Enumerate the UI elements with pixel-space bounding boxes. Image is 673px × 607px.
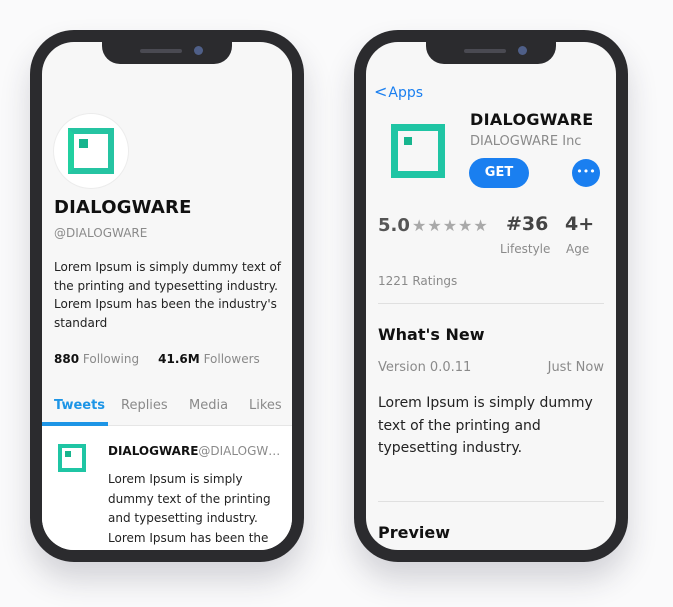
profile-stats: 880 Following 41.6M Followers [54, 352, 260, 366]
phone-notch [426, 42, 556, 64]
chart-category[interactable]: Lifestyle [500, 242, 550, 256]
back-button[interactable]: <Apps [374, 82, 423, 101]
app-icon [391, 124, 445, 178]
following-link[interactable]: 880 Following [54, 352, 139, 366]
app-name: DIALOGWARE [470, 110, 594, 129]
following-label: Following [82, 352, 140, 366]
left-phone: DIALOGWARE @DIALOGWARE Lorem Ipsum is si… [30, 30, 304, 562]
tab-tweets[interactable]: Tweets [54, 398, 105, 413]
followers-link[interactable]: 41.6M Followers [158, 352, 260, 366]
tweet-author: DIALOGWARE [108, 444, 199, 458]
followers-label: Followers [203, 352, 260, 366]
tweet-item[interactable]: DIALOGWARE@DIALOGW… Lorem Ipsum is simpl… [42, 426, 292, 550]
profile-name: DIALOGWARE [54, 197, 192, 218]
followers-count: 41.6M [158, 352, 200, 366]
whats-new-title: What's New [378, 325, 485, 344]
divider [378, 303, 604, 304]
chevron-left-icon: < [374, 82, 388, 101]
ratings-count: 1221 Ratings [378, 274, 458, 288]
tweet-text: Lorem Ipsum is simply dummy text of the … [108, 472, 271, 545]
speaker-grille [140, 49, 182, 53]
profile-handle: @DIALOGWARE [54, 226, 148, 240]
star-rating-icon: ★★★★★ [412, 216, 489, 235]
camera-icon [518, 46, 527, 55]
tweet-handle: @DIALOGW… [198, 444, 281, 458]
divider [378, 501, 604, 502]
dialogware-logo-icon [68, 128, 114, 174]
get-button[interactable]: GET [469, 158, 529, 188]
tab-likes[interactable]: Likes [249, 398, 282, 413]
whats-new-description: Lorem Ipsum is simply dummy text of the … [378, 395, 593, 456]
app-store-screen: <Apps DIALOGWARE DIALOGWARE Inc GET ••• … [366, 42, 616, 550]
tweet-avatar-icon[interactable] [58, 444, 86, 472]
back-label: Apps [388, 85, 424, 101]
tab-replies[interactable]: Replies [121, 398, 168, 413]
camera-icon [194, 46, 203, 55]
tweet-header: DIALOGWARE@DIALOGW… [108, 444, 284, 458]
profile-bio: Lorem Ipsum is simply dummy text of the … [54, 260, 282, 330]
avatar[interactable] [54, 114, 128, 188]
right-phone: <Apps DIALOGWARE DIALOGWARE Inc GET ••• … [354, 30, 628, 562]
rating-value: 5.0 [378, 215, 410, 236]
more-icon: ••• [576, 165, 596, 178]
chart-rank: #36 [506, 213, 549, 235]
tab-media[interactable]: Media [189, 398, 228, 413]
version-label: Version 0.0.11 [378, 360, 472, 375]
profile-tabs: Tweets Replies Media Likes [42, 390, 292, 426]
phone-notch [102, 42, 232, 64]
app-developer[interactable]: DIALOGWARE Inc [470, 134, 581, 149]
profile-screen: DIALOGWARE @DIALOGWARE Lorem Ipsum is si… [42, 42, 292, 550]
release-time: Just Now [547, 360, 604, 375]
age-rating: 4+ [565, 213, 595, 235]
age-label: Age [566, 242, 590, 256]
following-count: 880 [54, 352, 80, 366]
speaker-grille [464, 49, 506, 53]
more-button[interactable]: ••• [572, 159, 600, 187]
preview-title: Preview [378, 523, 451, 542]
